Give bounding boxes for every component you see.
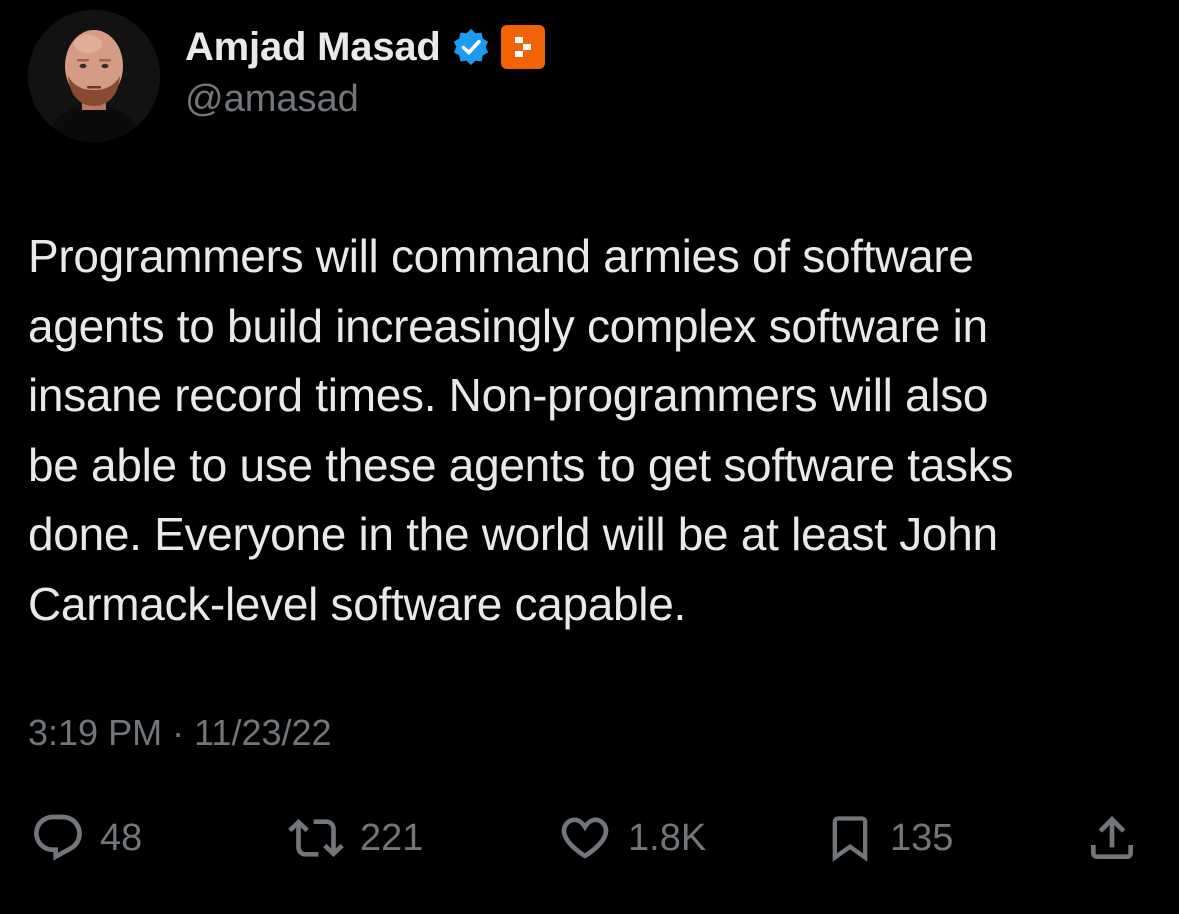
tweet-date: 11/23/22 xyxy=(194,712,332,753)
action-bar: 48 221 1.8K 135 xyxy=(0,808,1179,868)
bookmark-button[interactable]: 135 xyxy=(824,808,953,868)
author-handle[interactable]: @amasad xyxy=(185,78,359,121)
bookmark-icon xyxy=(832,816,868,862)
affiliate-badge-icon[interactable] xyxy=(500,25,545,69)
like-button[interactable]: 1.8K xyxy=(556,808,706,868)
replit-logo-icon xyxy=(514,37,531,57)
tweet-timestamp[interactable]: 3:19 PM · 11/23/22 xyxy=(28,712,332,754)
avatar[interactable] xyxy=(28,10,160,142)
avatar-image xyxy=(28,10,160,142)
retweet-icon xyxy=(288,819,344,857)
share-button[interactable] xyxy=(1084,808,1140,868)
timestamp-separator: · xyxy=(172,712,185,753)
tweet-text-line: insane record times. Non-programmers wil… xyxy=(28,369,989,421)
author-display-name[interactable]: Amjad Masad xyxy=(185,25,441,70)
reply-button[interactable]: 48 xyxy=(30,808,142,868)
reply-count: 48 xyxy=(100,816,143,859)
share-icon xyxy=(1091,816,1133,859)
retweet-button[interactable]: 221 xyxy=(286,808,423,868)
tweet-text-line: Programmers will command armies of softw… xyxy=(28,230,974,282)
retweet-count: 221 xyxy=(360,816,424,859)
like-icon xyxy=(561,817,609,859)
tweet-text-line: done. Everyone in the world will be at l… xyxy=(28,508,998,560)
author-name-row: Amjad Masad xyxy=(185,22,545,72)
verified-badge-icon xyxy=(453,29,488,65)
tweet: Amjad Masad @amasad Programmers will com… xyxy=(0,0,1179,914)
tweet-time: 3:19 PM xyxy=(28,712,163,753)
reply-icon xyxy=(34,814,82,861)
tweet-text: Programmers will command armies of softw… xyxy=(28,222,1158,639)
tweet-text-line: Carmack-level software capable. xyxy=(28,577,686,630)
tweet-text-line: agents to build increasingly complex sof… xyxy=(28,299,988,352)
like-count: 1.8K xyxy=(628,816,707,859)
bookmark-count: 135 xyxy=(890,816,954,859)
tweet-text-line: be able to use these agents to get softw… xyxy=(28,438,1014,491)
